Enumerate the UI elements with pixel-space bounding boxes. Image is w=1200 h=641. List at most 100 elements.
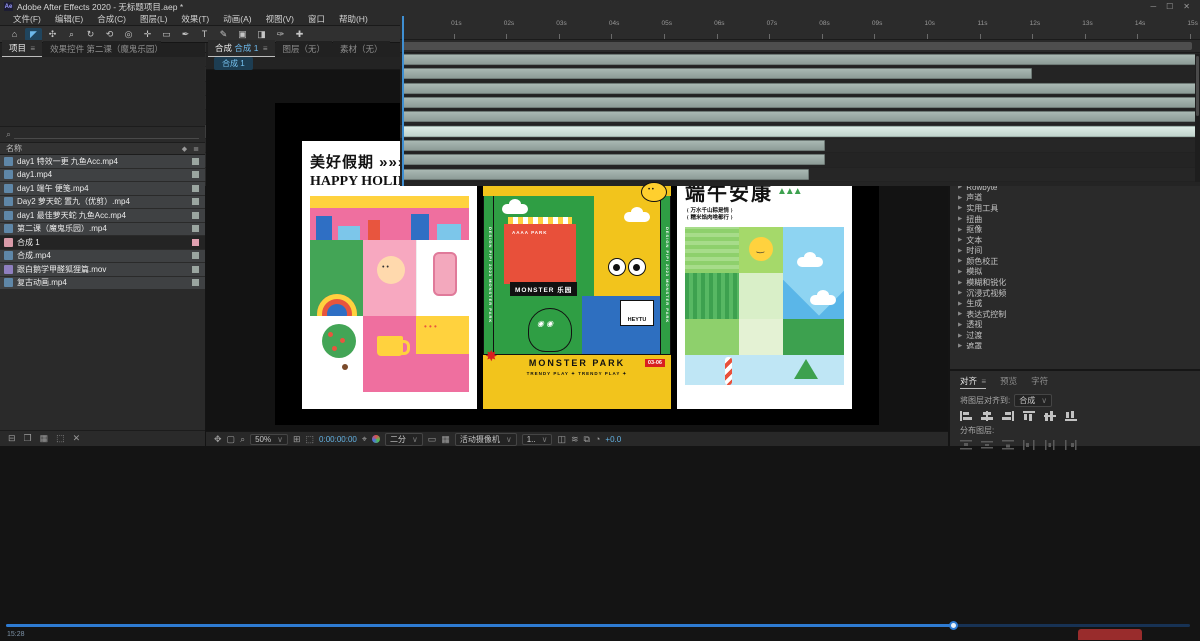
project-item[interactable]: 第二课（魔鬼乐园）.mp4 xyxy=(0,222,205,236)
column-name[interactable]: 名称 xyxy=(6,143,22,154)
effects-category[interactable]: ▶ 实用工具 xyxy=(950,203,1200,214)
fast-preview-icon[interactable]: ≋ xyxy=(571,434,579,445)
menu-item[interactable]: 效果(T) xyxy=(174,13,216,25)
minimize-button[interactable]: ─ xyxy=(1150,2,1156,11)
tool-button[interactable]: ✣ xyxy=(44,28,61,41)
tab-footage[interactable]: 素材（无） xyxy=(333,41,390,57)
layer-duration-bar[interactable] xyxy=(402,154,825,166)
label-color-chip[interactable] xyxy=(192,279,199,287)
menu-item[interactable]: 合成(C) xyxy=(90,13,133,25)
project-item[interactable]: 合成.mp4 xyxy=(0,249,205,263)
label-color-chip[interactable] xyxy=(192,252,199,260)
effects-category[interactable]: ▶ 沉浸式视频 xyxy=(950,288,1200,299)
pixel-aspect-icon[interactable]: ◫ xyxy=(557,434,566,445)
zoom-select[interactable]: 50% ∨ xyxy=(250,433,288,445)
label-color-chip[interactable] xyxy=(192,211,199,219)
reset-exposure-icon[interactable]: ◔ xyxy=(595,434,600,444)
disclosure-icon[interactable]: ▶ xyxy=(958,269,962,275)
tool-button[interactable]: ✒ xyxy=(177,28,194,41)
distribute-bottom-icon[interactable] xyxy=(1002,440,1014,450)
effects-category[interactable]: ▶ 模糊和锐化 xyxy=(950,277,1200,288)
disclosure-icon[interactable]: ▶ xyxy=(958,227,962,233)
layer-duration-bar[interactable] xyxy=(402,68,1033,80)
tool-button[interactable]: ◎ xyxy=(120,28,137,41)
disclosure-icon[interactable]: ▶ xyxy=(958,248,962,254)
disclosure-icon[interactable]: ▶ xyxy=(958,290,962,296)
effects-category[interactable]: ▶ 表达式控制 xyxy=(950,309,1200,320)
align-left-icon[interactable] xyxy=(960,411,972,421)
effects-category[interactable]: ▶ 模拟 xyxy=(950,267,1200,278)
mask-visibility-icon[interactable]: ⬚ xyxy=(306,434,315,445)
align-horizontal-center-icon[interactable] xyxy=(981,411,993,421)
tab-effect-controls[interactable]: 效果控件 第二课（魔鬼乐园） xyxy=(43,41,162,57)
breadcrumb[interactable]: 合成 1 xyxy=(214,56,253,70)
layer-duration-bar[interactable] xyxy=(402,168,809,180)
new-folder-icon[interactable]: ❒ xyxy=(24,433,32,444)
tab-character[interactable]: 字符 xyxy=(1031,375,1048,389)
new-composition-icon[interactable]: ▦ xyxy=(40,433,49,444)
layer-duration-bar[interactable] xyxy=(402,139,825,151)
always-preview-icon[interactable]: ✥ xyxy=(214,434,222,445)
tool-button[interactable]: T xyxy=(196,28,213,41)
camera-select[interactable]: 活动摄像机 ∨ xyxy=(454,432,517,446)
view-layout-select[interactable]: 1.. ∨ xyxy=(521,433,553,445)
disclosure-icon[interactable]: ▶ xyxy=(958,333,962,339)
viewer-timecode[interactable]: 0:00:00:00 xyxy=(319,435,357,444)
label-color-chip[interactable] xyxy=(192,157,199,165)
effects-category[interactable]: ▶ 文本 xyxy=(950,235,1200,246)
menu-item[interactable]: 窗口 xyxy=(301,13,332,25)
tool-button[interactable]: ✚ xyxy=(291,28,308,41)
label-color-chip[interactable] xyxy=(192,238,199,246)
disclosure-icon[interactable]: ▶ xyxy=(958,195,962,201)
project-item[interactable]: 合成 1 xyxy=(0,236,205,250)
tab-preview[interactable]: 预览 xyxy=(1000,375,1017,389)
show-channel-icon[interactable] xyxy=(371,435,380,443)
distribute-vertical-center-icon[interactable] xyxy=(981,440,993,450)
effects-category[interactable]: ▶ 生成 xyxy=(950,298,1200,309)
tool-button[interactable]: ◨ xyxy=(253,28,270,41)
tool-button[interactable]: ⟲ xyxy=(101,28,118,41)
layer-duration-bar[interactable] xyxy=(402,82,1200,94)
project-item[interactable]: day1 最佳萝天蛇 九鱼Acc.mp4 xyxy=(0,209,205,223)
interpret-footage-icon[interactable]: ⊟ xyxy=(8,433,16,444)
color-depth-icon[interactable]: ⬚ xyxy=(56,433,65,444)
project-search[interactable]: ⌕ xyxy=(0,127,205,143)
tab-layer[interactable]: 图层（无） xyxy=(275,41,333,57)
time-ruler[interactable]: 01s 02s 03s 04s 05s 06s 07s 08s 09s 10s 11s 12s 13s 1… xyxy=(400,16,1200,40)
tool-button[interactable]: ✎ xyxy=(215,28,232,41)
disclosure-icon[interactable]: ▶ xyxy=(958,311,962,317)
distribute-left-icon[interactable] xyxy=(1023,440,1035,450)
effects-category[interactable]: ▶ 声道 xyxy=(950,193,1200,204)
project-item[interactable]: 复古动画.mp4 xyxy=(0,276,205,290)
snapshot-icon[interactable]: ⌖ xyxy=(362,434,367,445)
label-color-chip[interactable] xyxy=(192,184,199,192)
effects-category[interactable]: ▶ 过渡 xyxy=(950,330,1200,341)
panel-menu-icon[interactable]: ≡ xyxy=(981,377,986,386)
effects-category[interactable]: ▶ 遮罩 xyxy=(950,341,1200,349)
layer-duration-bar[interactable] xyxy=(402,54,1200,65)
effects-category[interactable]: ▶ 颜色校正 xyxy=(950,256,1200,267)
type-column-icon[interactable]: ≣ xyxy=(193,145,199,153)
player-progress-knob[interactable] xyxy=(949,621,959,630)
disclosure-icon[interactable]: ▶ xyxy=(958,322,962,328)
tool-button[interactable]: ↻ xyxy=(82,28,99,41)
menu-item[interactable]: 帮助(H) xyxy=(332,13,375,25)
menu-item[interactable]: 动画(A) xyxy=(216,13,258,25)
playhead[interactable] xyxy=(402,16,404,186)
effects-category[interactable]: ▶ 抠像 xyxy=(950,224,1200,235)
tool-button[interactable]: ⌕ xyxy=(63,28,80,41)
main-viewer-icon[interactable]: ▢ xyxy=(227,434,236,445)
flowchart-icon[interactable]: ⧉ xyxy=(584,434,590,445)
project-item[interactable]: day1 端午 便笺.mp4 xyxy=(0,182,205,196)
menu-item[interactable]: 文件(F) xyxy=(6,13,48,25)
menu-item[interactable]: 视图(V) xyxy=(259,13,301,25)
player-progress-track[interactable] xyxy=(6,624,1190,627)
timeline-vertical-scrollbar[interactable] xyxy=(1195,54,1200,182)
disclosure-icon[interactable]: ▶ xyxy=(958,343,962,349)
layer-duration-bar[interactable] xyxy=(402,96,1200,108)
effects-category[interactable]: ▶ 时间 xyxy=(950,246,1200,257)
align-to-select[interactable]: 合成 ∨ xyxy=(1014,394,1053,407)
effects-category[interactable]: ▶ 扭曲 xyxy=(950,214,1200,225)
disclosure-icon[interactable]: ▶ xyxy=(958,205,962,211)
project-item[interactable]: day1.mp4 xyxy=(0,168,205,182)
